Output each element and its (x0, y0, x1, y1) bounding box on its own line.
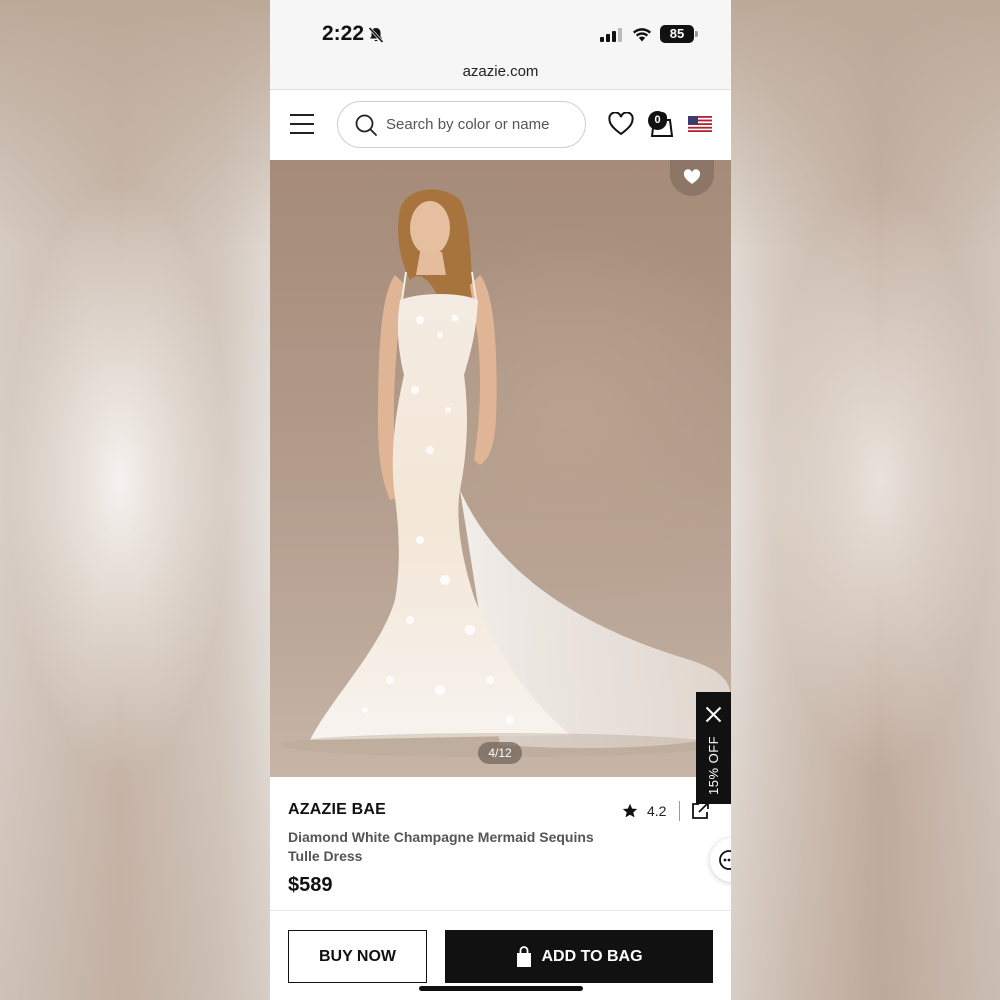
search-icon (355, 114, 377, 136)
bottom-action-bar: BUY NOW ADD TO BAG (270, 910, 731, 1000)
home-indicator (419, 986, 583, 991)
chat-button[interactable] (710, 838, 731, 882)
site-header: 0 (270, 90, 731, 160)
battery-cap (695, 31, 698, 37)
menu-icon[interactable] (290, 114, 314, 134)
discount-label: 15% OFF (706, 735, 721, 795)
rating-value: 4.2 (647, 803, 667, 819)
product-price: $589 (288, 874, 333, 896)
bell-slash-icon (368, 26, 384, 44)
share-icon[interactable] (690, 801, 710, 821)
signal-icon (600, 28, 622, 42)
heart-filled-icon (683, 169, 701, 184)
phone-screen: 2:22 85 azazie.com Search by color or na… (270, 0, 731, 1000)
star-icon (622, 803, 638, 818)
rating-row: 4.2 (622, 799, 710, 823)
rating-divider (679, 801, 681, 821)
status-time: 2:22 (322, 22, 365, 45)
product-image[interactable]: 4/12 (270, 160, 731, 777)
buy-now-button[interactable]: BUY NOW (288, 930, 427, 983)
search-box[interactable] (337, 101, 586, 148)
us-flag-icon[interactable] (688, 116, 712, 132)
add-to-bag-button[interactable]: ADD TO BAG (445, 930, 713, 983)
search-input[interactable] (386, 102, 576, 146)
wifi-icon (633, 28, 651, 42)
url-bar[interactable]: azazie.com (270, 58, 731, 90)
bag-count-badge: 0 (648, 111, 667, 130)
heart-icon[interactable] (608, 112, 634, 136)
chat-icon (719, 850, 731, 870)
battery-level: 85 (660, 25, 694, 43)
product-brand: AZAZIE BAE (288, 801, 386, 818)
shopping-bag-icon (517, 945, 532, 967)
image-counter: 4/12 (478, 742, 522, 764)
close-icon[interactable] (705, 706, 722, 723)
model-photo (280, 189, 731, 757)
discount-tab[interactable]: 15% OFF (696, 692, 731, 804)
status-bar: 2:22 85 (270, 0, 731, 58)
product-name: Diamond White Champagne Mermaid Sequins … (288, 829, 594, 864)
add-to-bag-label: ADD TO BAG (541, 947, 643, 965)
